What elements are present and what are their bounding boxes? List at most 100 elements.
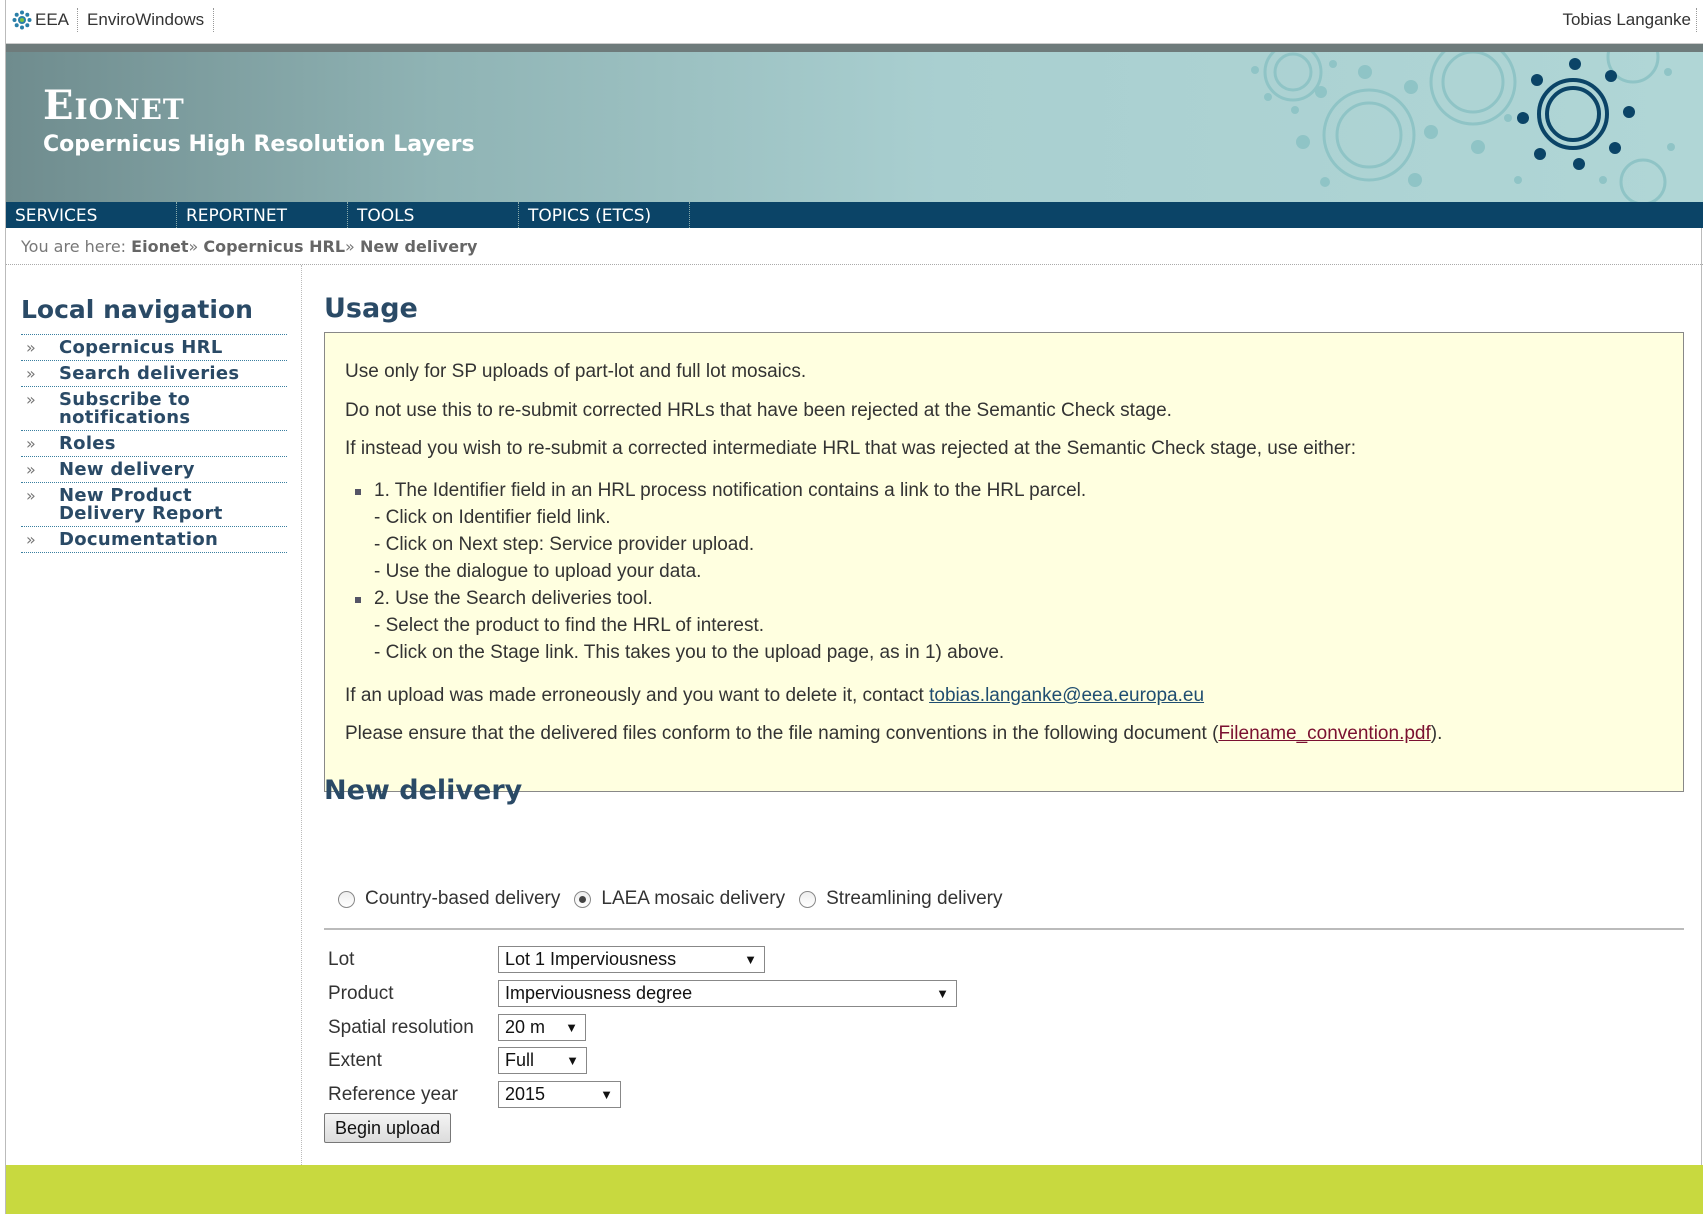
breadcrumb-separator: » bbox=[188, 237, 199, 256]
product-select-value: Imperviousness degree bbox=[505, 983, 693, 1003]
breadcrumb: You are here: Eionet» Copernicus HRL» Ne… bbox=[6, 228, 1703, 265]
banner-decoration-image bbox=[1251, 52, 1675, 202]
form-divider bbox=[324, 928, 1684, 930]
radio-button[interactable] bbox=[799, 890, 817, 908]
usage-line-3: If instead you wish to re-submit a corre… bbox=[345, 438, 1357, 459]
reference-year-label: Reference year bbox=[328, 1084, 458, 1105]
resolution-label: Spatial resolution bbox=[328, 1017, 474, 1038]
usage-list-item-1: 1. The Identifier field in an HRL proces… bbox=[355, 480, 1086, 502]
usage-naming-line: Please ensure that the delivered files c… bbox=[345, 723, 1442, 745]
breadcrumb-eionet[interactable]: Eionet bbox=[131, 237, 188, 256]
nav-services[interactable]: SERVICES bbox=[6, 202, 177, 228]
left-column: Local navigation » Copernicus HRL » Search… bbox=[6, 265, 302, 1165]
local-nav-bullet: » bbox=[26, 364, 36, 383]
radio-label: Country-based delivery bbox=[365, 888, 561, 909]
resolution-select[interactable]: 20 m ▼ bbox=[498, 1014, 586, 1041]
breadcrumb-copernicus-hrl[interactable]: Copernicus HRL bbox=[203, 237, 345, 256]
usage-box: Use only for SP uploads of part-lot and … bbox=[324, 332, 1684, 792]
radio-button[interactable] bbox=[338, 890, 355, 908]
site-subtitle: Copernicus High Resolution Layers bbox=[43, 132, 475, 157]
radio-button-selected[interactable] bbox=[574, 890, 592, 908]
usage-list-item-2: 2. Use the Search deliveries tool. bbox=[355, 588, 653, 610]
local-nav-subscribe[interactable]: » Subscribe to notifications bbox=[21, 387, 287, 431]
breadcrumb-new-delivery: New delivery bbox=[359, 237, 478, 256]
local-nav-new-product-report[interactable]: » New Product Delivery Report bbox=[21, 483, 287, 527]
list-bullet bbox=[355, 597, 361, 603]
radio-laea-mosaic[interactable]: LAEA mosaic delivery bbox=[574, 888, 785, 910]
breadcrumb-separator: » bbox=[345, 237, 355, 256]
usage-step: - Use the dialogue to upload your data. bbox=[374, 561, 702, 582]
local-navigation-title: Local navigation bbox=[21, 295, 253, 324]
site-title[interactable]: Eionet bbox=[43, 82, 185, 129]
local-nav-roles[interactable]: » Roles bbox=[21, 431, 287, 457]
local-nav-bullet: » bbox=[26, 460, 36, 479]
local-nav-bullet: » bbox=[26, 390, 36, 409]
local-navigation: » Copernicus HRL » Search deliveries » Subs… bbox=[21, 334, 287, 553]
nav-tools[interactable]: TOOLS bbox=[348, 202, 519, 228]
contact-text: If an upload was made erroneously and yo… bbox=[345, 685, 924, 706]
chevron-down-icon: ▼ bbox=[566, 1053, 579, 1068]
user-name-link[interactable]: Tobias Langanke bbox=[1562, 8, 1697, 32]
usage-line-1: Use only for SP uploads of part-lot and … bbox=[345, 361, 807, 382]
usage-list-item-2-text: 2. Use the Search deliveries tool. bbox=[374, 588, 653, 609]
chevron-down-icon: ▼ bbox=[565, 1020, 578, 1035]
radio-label: Streamlining delivery bbox=[826, 888, 1003, 909]
local-nav-label: Subscribe to notifications bbox=[59, 389, 191, 428]
envirowindows-link[interactable]: EnviroWindows bbox=[78, 8, 215, 32]
local-nav-copernicus-hrl[interactable]: » Copernicus HRL bbox=[21, 334, 287, 361]
usage-heading: Usage bbox=[324, 293, 418, 324]
local-nav-documentation[interactable]: » Documentation bbox=[21, 527, 287, 553]
local-nav-label: New Product Delivery Report bbox=[59, 485, 223, 524]
usage-step: - Click on the Stage link. This takes yo… bbox=[374, 642, 1005, 663]
header-banner: Eionet Copernicus High Resolution Layers bbox=[6, 52, 1703, 202]
top-bar: EEA EnviroWindows Tobias Langanke bbox=[6, 0, 1703, 44]
chevron-down-icon: ▼ bbox=[744, 952, 757, 967]
radio-label: LAEA mosaic delivery bbox=[601, 888, 786, 909]
main-nav: SERVICES REPORTNET TOOLS TOPICS (ETCS) bbox=[6, 202, 1703, 228]
reference-year-select-value: 2015 bbox=[505, 1084, 546, 1104]
breadcrumb-prefix: You are here: bbox=[21, 237, 127, 256]
local-nav-search-deliveries[interactable]: » Search deliveries bbox=[21, 361, 287, 387]
reference-year-select[interactable]: 2015 ▼ bbox=[498, 1081, 621, 1108]
usage-list-item-1-text: 1. The Identifier field in an HRL proces… bbox=[374, 480, 1087, 501]
new-delivery-heading: New delivery bbox=[324, 775, 523, 806]
product-select[interactable]: Imperviousness degree ▼ bbox=[498, 980, 957, 1007]
page-frame: EEA EnviroWindows Tobias Langanke Eionet… bbox=[5, 0, 1703, 1214]
usage-step: - Click on Next step: Service provider u… bbox=[374, 534, 755, 555]
local-nav-bullet: » bbox=[26, 434, 36, 453]
local-nav-bullet: » bbox=[26, 338, 36, 357]
usage-line-2: Do not use this to re-submit corrected H… bbox=[345, 400, 1172, 421]
product-label: Product bbox=[328, 983, 394, 1004]
contact-email-link[interactable]: tobias.langanke@eea.europa.eu bbox=[929, 685, 1204, 706]
nav-topics[interactable]: TOPICS (ETCS) bbox=[519, 202, 690, 228]
delivery-type-radios: Country-based delivery LAEA mosaic deliv… bbox=[338, 887, 1016, 911]
local-nav-label: Roles bbox=[59, 433, 116, 454]
chevron-down-icon: ▼ bbox=[936, 986, 949, 1001]
eea-label: EEA bbox=[35, 10, 70, 29]
local-nav-bullet: » bbox=[26, 530, 36, 549]
footer-bar bbox=[6, 1165, 1703, 1214]
extent-select[interactable]: Full ▼ bbox=[498, 1047, 587, 1074]
list-bullet bbox=[355, 489, 361, 495]
nav-reportnet[interactable]: REPORTNET bbox=[177, 202, 348, 228]
local-nav-new-delivery[interactable]: » New delivery bbox=[21, 457, 287, 483]
usage-step: - Click on Identifier field link. bbox=[374, 507, 611, 528]
usage-contact-line: If an upload was made erroneously and yo… bbox=[345, 685, 1204, 707]
radio-streamlining[interactable]: Streamlining delivery bbox=[799, 888, 1002, 910]
local-nav-bullet: » bbox=[26, 486, 36, 505]
local-nav-label: Search deliveries bbox=[59, 363, 240, 384]
eea-link[interactable]: EEA bbox=[12, 8, 79, 32]
resolution-select-value: 20 m bbox=[505, 1017, 546, 1037]
local-nav-label: New delivery bbox=[59, 459, 195, 480]
eea-logo-icon bbox=[12, 10, 32, 30]
chevron-down-icon: ▼ bbox=[600, 1087, 613, 1102]
lot-select[interactable]: Lot 1 Imperviousness ▼ bbox=[498, 946, 765, 973]
usage-step: - Select the product to find the HRL of … bbox=[374, 615, 765, 636]
naming-end: ). bbox=[1430, 723, 1443, 744]
top-bar-left: EEA EnviroWindows bbox=[12, 8, 215, 32]
radio-country-based[interactable]: Country-based delivery bbox=[338, 888, 560, 910]
local-nav-label: Documentation bbox=[59, 529, 219, 550]
begin-upload-button[interactable]: Begin upload bbox=[324, 1113, 452, 1143]
naming-text: Please ensure that the delivered files c… bbox=[345, 723, 1219, 744]
filename-convention-link[interactable]: Filename_convention.pdf bbox=[1218, 723, 1430, 744]
